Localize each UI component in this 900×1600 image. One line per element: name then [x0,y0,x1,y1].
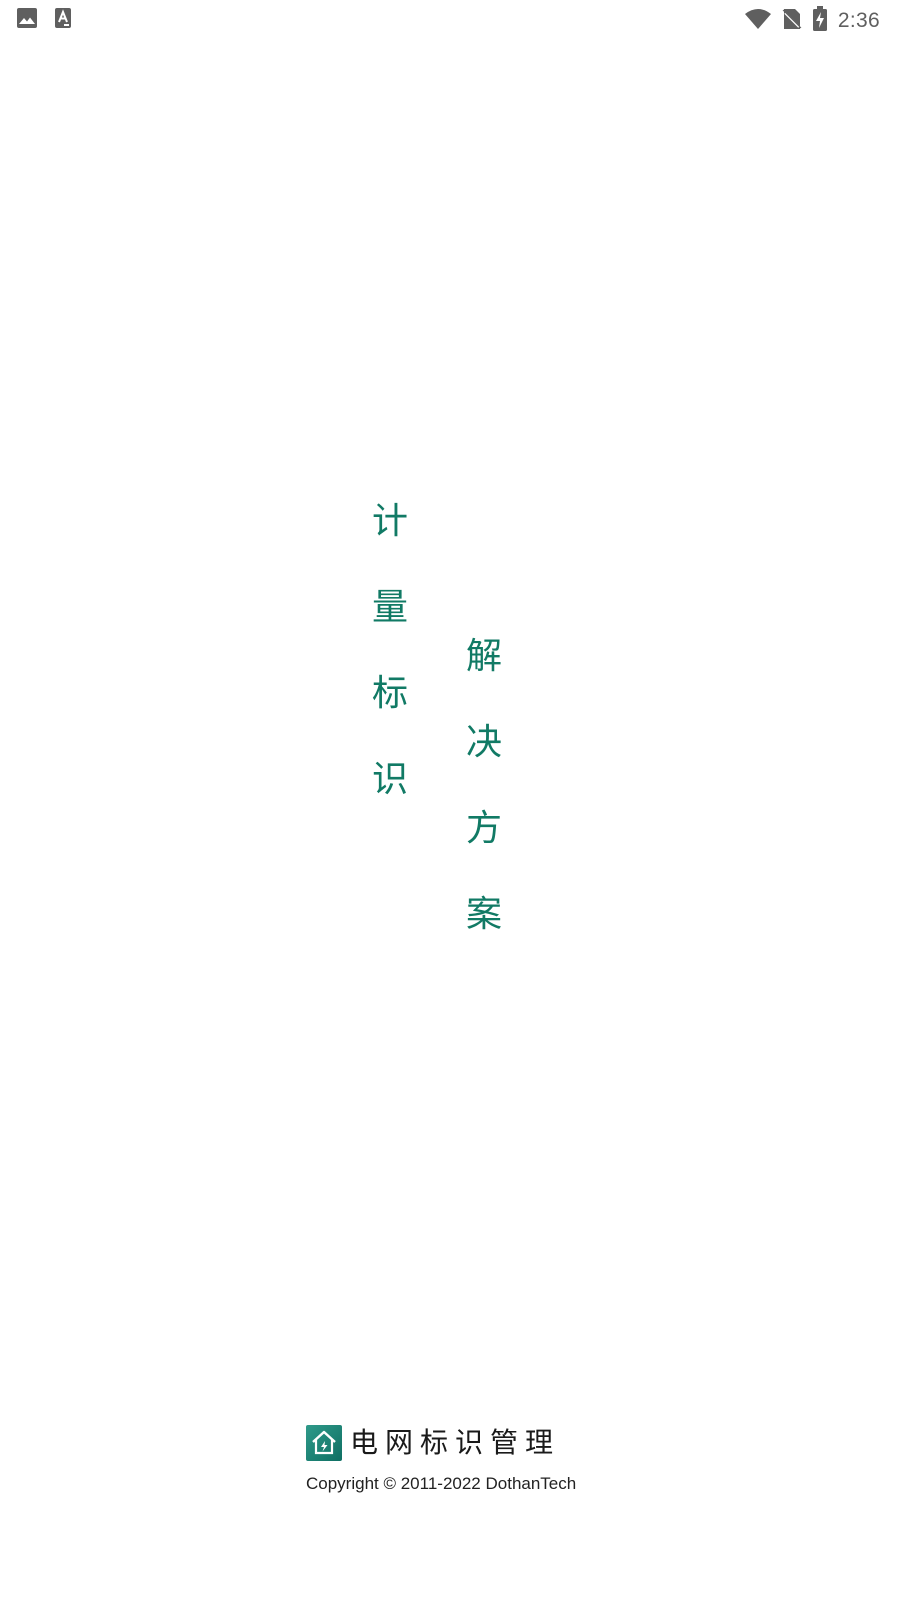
slogan-char: 识 [371,759,408,800]
copyright-text: Copyright © 2011-2022 DothanTech [306,1474,577,1493]
slogan-column-left: 计 量 标 识 [370,500,410,844]
slogan-char: 解 [465,636,502,677]
slogan-char: 方 [465,808,502,849]
slogan-char: 计 [371,501,408,542]
no-sim-icon [782,7,802,35]
slogan-column-right: 解 决 方 案 [464,635,504,979]
slogan-char: 决 [465,722,502,763]
wifi-icon [744,8,772,34]
footer-brand: 电网标识管理 [306,1424,560,1462]
house-logo-icon [306,1425,342,1461]
status-time: 2:36 [837,9,880,32]
battery-charging-icon [812,6,828,36]
status-bar-right: 2:36 [744,6,880,36]
slogan-char: 标 [371,673,408,714]
slogan-char: 量 [371,587,408,628]
text-a-icon [54,7,72,33]
status-bar: 2:36 [0,0,900,36]
image-icon [16,7,38,33]
slogan-char: 案 [465,894,502,935]
status-bar-left [16,7,72,33]
app-name: 电网标识管理 [350,1426,561,1459]
